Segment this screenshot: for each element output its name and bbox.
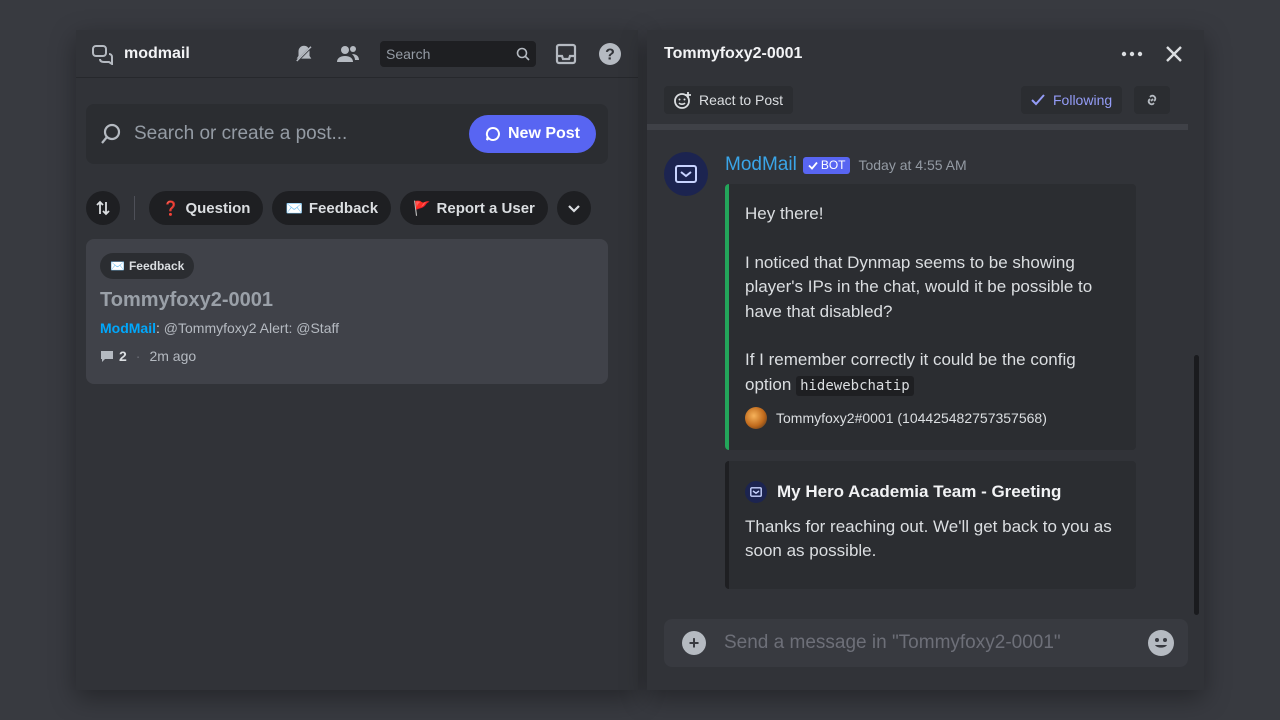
avatar[interactable] [664, 152, 708, 196]
message-embed: Hey there! I noticed that Dynmap seems t… [725, 184, 1136, 450]
modmail-logo-icon [745, 481, 767, 503]
post-author: ModMail [100, 320, 156, 336]
react-to-post-button[interactable]: React to Post [664, 86, 794, 114]
forum-post-card[interactable]: ✉️ Feedback Tommyfoxy2-0001 ModMail: @To… [86, 239, 608, 384]
thread-header: Tommyfoxy2-0001 [647, 30, 1204, 78]
search-or-create-post[interactable]: Search or create a post... New Post [86, 104, 608, 164]
member-list-icon[interactable] [334, 40, 362, 68]
embed-footer-text: Tommyfoxy2#0001 (1044254827573575​68) [776, 410, 1047, 426]
modmail-logo-icon [675, 165, 697, 183]
bot-badge-label: BOT [820, 158, 846, 172]
greeting-embed-title: My Hero Academia Team - Greeting [777, 482, 1062, 501]
message-input[interactable] [724, 632, 1148, 654]
notifications-muted-icon[interactable] [290, 40, 318, 68]
greeting-embed-body: Thanks for reaching out. We'll get back … [745, 517, 1112, 560]
react-to-post-label: React to Post [699, 92, 784, 108]
message-timestamp: Today at 4:55 AM [858, 157, 967, 173]
message-author[interactable]: ModMail [725, 154, 797, 176]
post-meta: 2 · 2m ago [100, 348, 594, 364]
message-composer: + [664, 619, 1188, 667]
scrollbar-thumb[interactable] [1194, 355, 1199, 615]
chat-bubble-icon [485, 126, 500, 141]
message-header: ModMail BOT Today at 4:55 AM [725, 154, 967, 176]
sort-arrows-icon [96, 200, 110, 216]
following-button[interactable]: Following [1021, 86, 1123, 114]
following-label: Following [1053, 92, 1113, 108]
message-count-icon [101, 350, 113, 362]
thread-divider [647, 124, 1188, 130]
footer-avatar [745, 407, 767, 430]
post-preview-text: @Tommyfoxy2 Alert: @Staff [163, 320, 339, 336]
post-title: Tommyfoxy2-0001 [100, 289, 274, 311]
greeting-embed-header: My Hero Academia Team - Greeting [745, 481, 1120, 503]
tag-feedback[interactable]: ✉️ Feedback [272, 191, 392, 225]
tag-question[interactable]: ❓ Question [149, 191, 264, 225]
tag-report-user[interactable]: 🚩 Report a User [400, 191, 548, 225]
tag-filter-row: ❓ Question ✉️ Feedback 🚩 Report a User [86, 191, 591, 225]
search-icon [101, 123, 121, 144]
greeting-embed: My Hero Academia Team - Greeting Thanks … [725, 461, 1136, 589]
emoji-picker-icon[interactable] [1148, 630, 1174, 656]
reply-count: 2 [119, 348, 127, 364]
copy-link-button[interactable] [1134, 86, 1170, 114]
header-search-input[interactable]: Search [380, 40, 536, 67]
channel-name: modmail [124, 44, 190, 62]
tag-divider [134, 196, 135, 220]
question-mark-icon: ❓ [162, 199, 180, 216]
checkmark-icon [1031, 94, 1045, 106]
meta-separator: · [135, 348, 141, 364]
embed-body-1: I noticed that Dynmap seems to be showin… [745, 252, 1093, 321]
search-post-placeholder: Search or create a post... [134, 123, 348, 144]
thread-panel: Tommyfoxy2-0001 React to Post Following … [647, 30, 1204, 690]
forum-channel-icon [90, 41, 116, 67]
inline-code: hidewebchatip [796, 375, 914, 396]
tag-label: Report a User [436, 199, 535, 217]
help-icon[interactable]: ? [596, 40, 624, 68]
embed-footer: Tommyfoxy2#0001 (1044254827573575​68) [745, 406, 1120, 431]
post-preview: ModMail: @Tommyfoxy2 Alert: @Staff [100, 320, 339, 336]
red-flag-icon: 🚩 [413, 199, 431, 216]
verified-check-icon [808, 161, 818, 170]
forum-panel: modmail Search ? Search or create a post… [76, 30, 638, 690]
chevron-down-icon [568, 205, 580, 213]
post-tag-feedback: ✉️ Feedback [100, 253, 195, 279]
embed-body-2: If I remember correctly it could be the … [745, 348, 1120, 398]
post-tag-label: Feedback [128, 259, 185, 273]
thread-title: Tommyfoxy2-0001 [664, 45, 803, 62]
svg-text:?: ? [605, 46, 615, 63]
envelope-icon: ✉️ [285, 199, 303, 216]
forum-header: modmail Search ? [76, 30, 638, 78]
new-post-button[interactable]: New Post [468, 115, 596, 153]
envelope-icon: ✉️ [110, 259, 125, 273]
new-post-label: New Post [507, 125, 580, 142]
inbox-icon[interactable] [552, 40, 580, 68]
link-icon [1147, 94, 1157, 106]
tag-label: Question [185, 199, 251, 217]
add-reaction-icon [674, 92, 691, 109]
post-time: 2m ago [149, 348, 197, 364]
tag-label: Feedback [308, 199, 379, 217]
close-icon[interactable] [1160, 40, 1188, 68]
sort-button[interactable] [86, 191, 120, 225]
header-search-placeholder: Search [386, 45, 431, 62]
bot-badge: BOT [802, 156, 851, 174]
search-icon [516, 47, 530, 61]
more-options-icon[interactable] [1118, 40, 1146, 68]
embed-greeting: Hey there! [745, 204, 824, 223]
more-tags-button[interactable] [556, 191, 591, 225]
add-attachment-icon[interactable]: + [682, 631, 706, 655]
